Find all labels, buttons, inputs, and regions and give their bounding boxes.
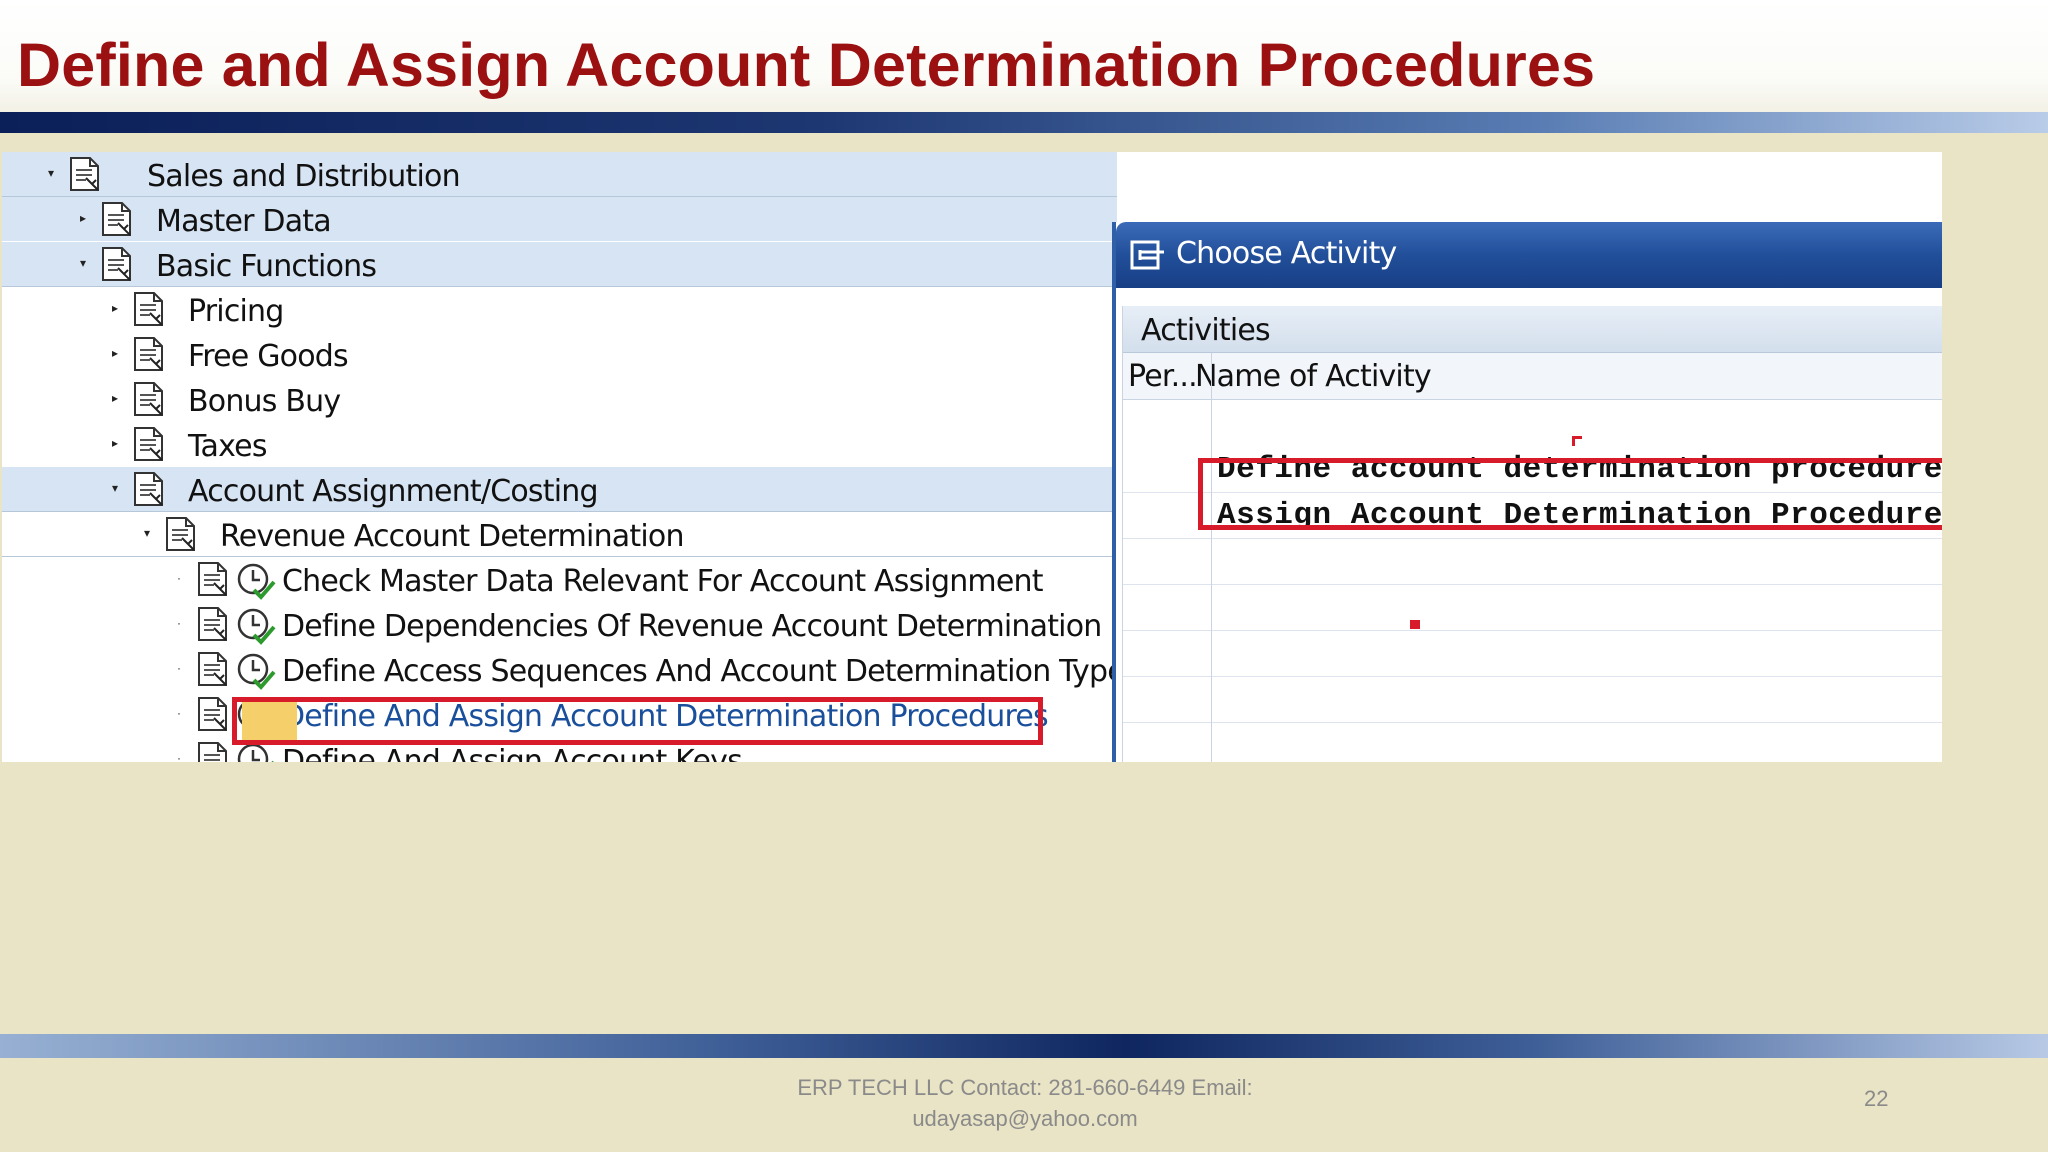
document-node-icon — [198, 697, 227, 731]
bottom-band — [0, 1034, 2048, 1058]
table-row-empty[interactable] — [1123, 722, 1942, 762]
tree-label[interactable]: Taxes — [188, 429, 267, 464]
tree-label[interactable]: Define And Assign Account Keys — [282, 744, 743, 762]
document-node-icon — [198, 562, 227, 596]
table-row-empty[interactable] — [1123, 538, 1942, 585]
tree-row[interactable]: ▾ Revenue Account Determination — [2, 512, 1117, 557]
tree-row[interactable]: ▸ Bonus Buy — [2, 377, 1117, 421]
tree-label[interactable]: Define Dependencies Of Revenue Account D… — [282, 609, 1102, 644]
table-row-empty[interactable] — [1123, 630, 1942, 677]
expand-arrow-icon[interactable]: ▸ — [108, 436, 122, 450]
img-tree: ▾ Sales and Distribution ▸ Master Data ▾ Basi… — [2, 152, 1141, 762]
collapse-arrow-icon[interactable]: ▾ — [76, 256, 90, 270]
expand-arrow-icon[interactable]: ▸ — [108, 301, 122, 315]
collapse-arrow-icon[interactable]: ▾ — [108, 481, 122, 495]
tree-row[interactable]: · Check Master Data Relevant For Account … — [2, 557, 1117, 601]
bullet-icon: · — [177, 706, 181, 720]
document-node-icon — [102, 247, 131, 281]
footer-contact: ERP TECH LLC Contact: 281-660-6449 Email… — [797, 1075, 1253, 1131]
document-node-icon — [166, 517, 195, 551]
red-dot-mark — [1410, 620, 1420, 629]
expand-arrow-icon[interactable]: ▸ — [76, 211, 90, 225]
tree-row[interactable]: ▸ Pricing — [2, 287, 1117, 331]
selected-node-highlight-box — [232, 697, 1043, 745]
tree-row[interactable]: ▾ Sales and Distribution — [2, 152, 1117, 197]
dialog-titlebar[interactable]: Choose Activity — [1116, 222, 1942, 288]
expand-arrow-icon[interactable]: ▸ — [108, 391, 122, 405]
tree-label[interactable]: Pricing — [188, 294, 284, 329]
clock-check-icon[interactable] — [236, 742, 276, 762]
activities-label: Activities — [1141, 313, 1271, 348]
column-header-name[interactable]: Name of Activity — [1195, 359, 1432, 394]
table-row-empty[interactable] — [1123, 676, 1942, 723]
bullet-icon: · — [177, 661, 181, 675]
document-node-icon — [102, 202, 131, 236]
tree-row[interactable]: ▸ Taxes — [2, 422, 1117, 466]
document-node-icon — [134, 427, 163, 461]
sap-screenshot: ▾ Sales and Distribution ▸ Master Data ▾ Basi… — [2, 152, 1942, 762]
bullet-icon: · — [177, 616, 181, 630]
document-node-icon — [70, 157, 99, 191]
slide-title: Define and Assign Account Determination … — [17, 31, 1596, 99]
tree-label[interactable]: Master Data — [156, 204, 332, 239]
dialog-title: Choose Activity — [1176, 236, 1397, 271]
document-node-icon — [134, 337, 163, 371]
column-headers: Per... Name of Activity — [1123, 353, 1942, 400]
column-divider — [1211, 353, 1212, 762]
corner-mark — [1572, 436, 1575, 446]
clock-check-icon[interactable] — [236, 652, 276, 690]
tree-row[interactable]: ▸ Master Data — [2, 197, 1117, 241]
tree-row[interactable]: ▾ Account Assignment/Costing — [2, 467, 1117, 512]
column-header-performed[interactable]: Per... — [1128, 359, 1198, 394]
document-node-icon — [198, 607, 227, 641]
tree-label[interactable]: Revenue Account Determination — [220, 519, 684, 554]
activities-table: Activities Per... Name of Activity Defin… — [1122, 306, 1942, 762]
clock-check-icon[interactable] — [236, 562, 276, 600]
tree-row[interactable]: ▸ Free Goods — [2, 332, 1117, 376]
document-node-icon — [134, 382, 163, 416]
choose-activity-icon — [1130, 240, 1164, 270]
bullet-icon: · — [177, 751, 181, 762]
bullet-icon: · — [177, 571, 181, 585]
tree-label[interactable]: Define Access Sequences And Account Dete… — [282, 654, 1141, 689]
tree-row[interactable]: ▾ Basic Functions — [2, 242, 1117, 287]
tree-label[interactable]: Sales and Distribution — [147, 159, 461, 194]
activities-highlight-box — [1198, 458, 1942, 530]
top-band — [0, 112, 2048, 133]
document-node-icon — [134, 472, 163, 506]
expand-arrow-icon[interactable]: ▸ — [108, 346, 122, 360]
document-node-icon — [134, 292, 163, 326]
tree-row[interactable]: · Define Access Sequences And Account Det… — [2, 647, 1141, 691]
tree-label[interactable]: Check Master Data Relevant For Account A… — [282, 564, 1043, 599]
activities-section-header: Activities — [1123, 306, 1942, 353]
document-node-icon — [198, 742, 227, 762]
document-node-icon — [198, 652, 227, 686]
choose-activity-dialog: Choose Activity Activities Per... Name o… — [1112, 222, 1942, 762]
page-number: 22 — [1864, 1086, 1889, 1111]
tree-label[interactable]: Account Assignment/Costing — [188, 474, 599, 509]
collapse-arrow-icon[interactable]: ▾ — [44, 166, 58, 180]
tree-label[interactable]: Basic Functions — [156, 249, 377, 284]
table-row-empty[interactable] — [1123, 584, 1942, 631]
tree-label[interactable]: Bonus Buy — [188, 384, 341, 419]
collapse-arrow-icon[interactable]: ▾ — [140, 526, 154, 540]
tree-label[interactable]: Free Goods — [188, 339, 349, 374]
clock-check-icon[interactable] — [236, 607, 276, 645]
tree-row[interactable]: · Define Dependencies Of Revenue Account … — [2, 602, 1117, 646]
